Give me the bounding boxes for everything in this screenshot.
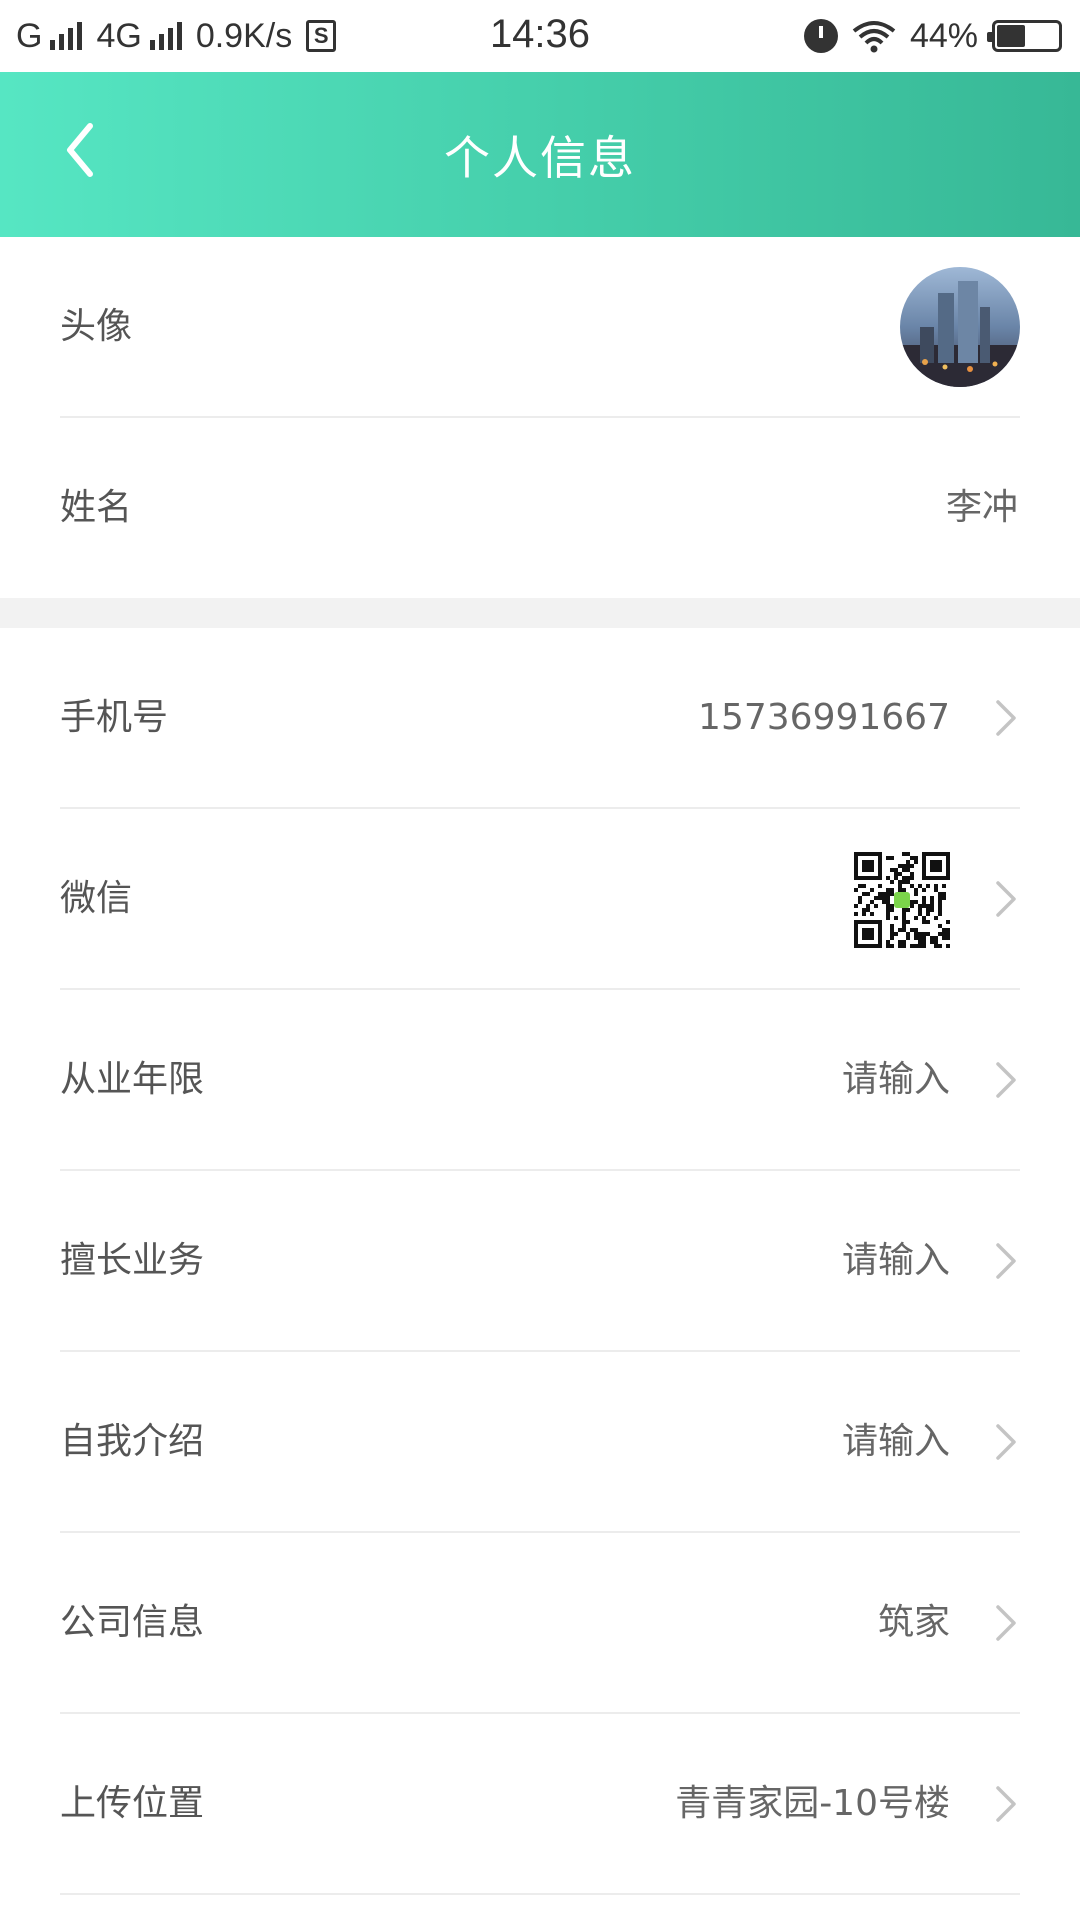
phone-row[interactable]: 手机号 15736991667 bbox=[0, 628, 1080, 809]
status-right: 44% bbox=[803, 14, 1062, 58]
phone-value: 15736991667 bbox=[698, 697, 950, 738]
intro-row[interactable]: 自我介绍 请输入 bbox=[0, 1352, 1080, 1533]
experience-value: 请输入 bbox=[841, 1059, 950, 1100]
location-label: 上传位置 bbox=[60, 1783, 205, 1824]
experience-label: 从业年限 bbox=[60, 1059, 205, 1100]
location-value: 青青家园-10号楼 bbox=[675, 1783, 950, 1824]
wifi-icon bbox=[852, 21, 896, 53]
company-row[interactable]: 公司信息 筑家 bbox=[0, 1533, 1080, 1714]
qr-code-icon bbox=[854, 852, 950, 948]
chevron-right-icon bbox=[996, 1062, 1016, 1098]
chevron-right-icon bbox=[996, 1243, 1016, 1279]
intro-label: 自我介绍 bbox=[60, 1421, 205, 1462]
app-header: 个人信息 bbox=[0, 72, 1080, 237]
company-label: 公司信息 bbox=[60, 1602, 205, 1643]
chevron-right-icon bbox=[996, 1424, 1016, 1460]
specialty-value: 请输入 bbox=[841, 1240, 950, 1281]
battery-level bbox=[997, 25, 1026, 47]
company-value: 筑家 bbox=[877, 1602, 950, 1643]
avatar[interactable] bbox=[900, 267, 1020, 387]
intro-value: 请输入 bbox=[841, 1421, 950, 1462]
chevron-right-icon bbox=[996, 700, 1016, 736]
chevron-right-icon bbox=[996, 881, 1016, 917]
avatar-image bbox=[900, 267, 1020, 387]
phone-label: 手机号 bbox=[60, 697, 169, 738]
page-title: 个人信息 bbox=[444, 131, 636, 185]
battery-percent: 44% bbox=[909, 16, 978, 55]
battery-icon bbox=[987, 20, 1062, 52]
name-label: 姓名 bbox=[60, 487, 133, 528]
avatar-label: 头像 bbox=[60, 306, 133, 347]
wechat-row[interactable]: 微信 bbox=[0, 809, 1080, 990]
status-bar: G 4G 0.9K/s S 14:36 44% bbox=[0, 0, 1080, 72]
avatar-row[interactable]: 头像 bbox=[0, 237, 1080, 418]
chevron-right-icon bbox=[996, 1786, 1016, 1822]
wechat-label: 微信 bbox=[60, 878, 133, 919]
name-row[interactable]: 姓名 李冲 bbox=[0, 418, 1080, 599]
specialty-label: 擅长业务 bbox=[60, 1240, 205, 1281]
name-value: 李冲 bbox=[945, 487, 1018, 528]
profile-section: 头像 姓名 李冲 bbox=[0, 237, 1080, 599]
divider bbox=[60, 1893, 1020, 1895]
alarm-icon bbox=[803, 19, 838, 53]
specialty-row[interactable]: 擅长业务 请输入 bbox=[0, 1171, 1080, 1352]
experience-row[interactable]: 从业年限 请输入 bbox=[0, 990, 1080, 1171]
chevron-right-icon bbox=[996, 1605, 1016, 1641]
section-gap bbox=[0, 598, 1080, 628]
details-section: 手机号 15736991667 微信 从业年限 请输入 擅长业务 请输入 自我介… bbox=[0, 628, 1080, 1895]
location-row[interactable]: 上传位置 青青家园-10号楼 bbox=[0, 1714, 1080, 1895]
